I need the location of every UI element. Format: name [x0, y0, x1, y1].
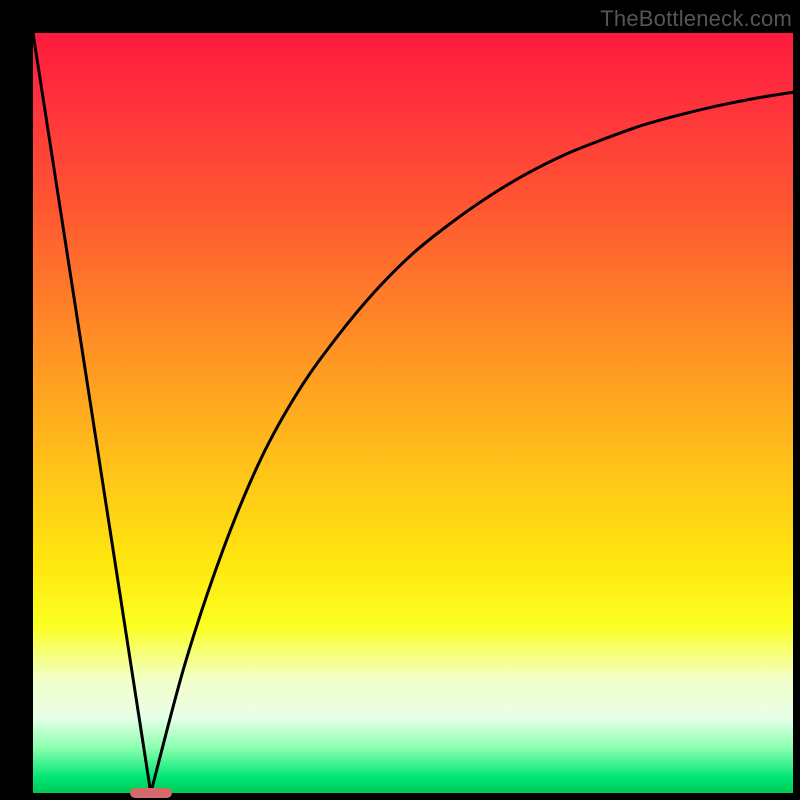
plot-area: [33, 33, 793, 793]
chart-curves: [33, 33, 793, 793]
watermark-text: TheBottleneck.com: [600, 6, 792, 32]
curve-left-branch: [33, 33, 151, 793]
minimum-marker: [130, 788, 172, 798]
curve-right-branch: [151, 92, 793, 793]
chart-frame: TheBottleneck.com: [0, 0, 800, 800]
